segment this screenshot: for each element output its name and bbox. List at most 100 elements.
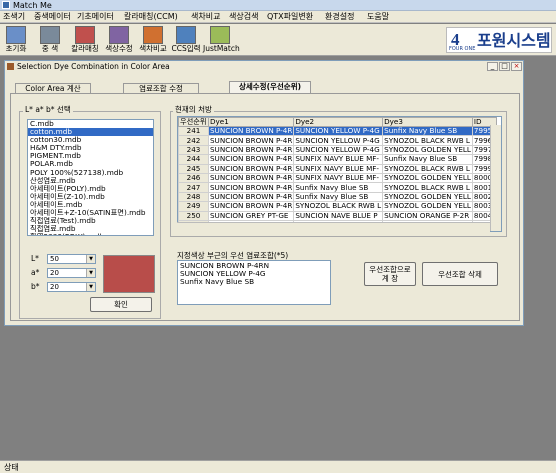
mix-button[interactable]: 중 색 bbox=[36, 25, 64, 55]
list-item[interactable]: 산성염료.mdb bbox=[28, 177, 153, 185]
prescription-table[interactable]: 우선순위 Dye1 Dye2 Dye3 ID 241 SUNCION BROWN P-4R… bbox=[177, 116, 502, 232]
chevron-down-icon[interactable]: ▼ bbox=[86, 269, 95, 277]
menu-item-base-data[interactable]: 기초메이터 bbox=[77, 11, 114, 23]
table-cell: SUNCION BROWN P-4R bbox=[207, 182, 295, 193]
table-cell: 241 bbox=[178, 125, 209, 137]
table-cell: SUNCION BROWN P-4R bbox=[207, 135, 295, 146]
list-item[interactable]: cotton.mdb bbox=[28, 128, 153, 137]
table-row[interactable]: 242 SUNCION BROWN P-4R SUNCION YELLOW P-4G… bbox=[178, 135, 497, 146]
table-row[interactable]: 250 SUNCION GREY PT-GE SUNCION NAVE BLUE P… bbox=[178, 210, 497, 221]
close-button[interactable]: × bbox=[511, 62, 522, 71]
list-item[interactable]: cotton30.mdb bbox=[28, 136, 153, 144]
title-bar: Match Me bbox=[0, 0, 556, 11]
color-match-button[interactable]: 칼라매칭 bbox=[69, 25, 101, 55]
lab-group-title: L* a* b* 선택 bbox=[23, 104, 73, 115]
l-value: 50 bbox=[50, 255, 59, 263]
a-combo[interactable]: 20 ▼ bbox=[47, 268, 96, 278]
status-text: 상태 bbox=[4, 463, 19, 472]
table-row[interactable]: 241 SUNCION BROWN P-4R SUNCION YELLOW P-4G… bbox=[178, 125, 497, 137]
table-cell: Sunfix Navy Blue SB bbox=[382, 154, 473, 165]
list-item[interactable]: 아세테이트+Z-10(SATIN표면).mdb bbox=[28, 209, 153, 217]
justmatch-button[interactable]: JustMatch bbox=[203, 25, 240, 55]
list-item[interactable]: 아세테이트(POLY).mdb bbox=[28, 185, 153, 193]
table-cell: SUNFIX NAVY BLUE MF- bbox=[293, 154, 384, 165]
color-edit-button[interactable]: 색상수정 bbox=[103, 25, 135, 55]
window-icon bbox=[7, 63, 14, 70]
delete-priority-button[interactable]: 우선조합 삭제 bbox=[422, 262, 498, 286]
prescription-title: 현재의 처방 bbox=[173, 104, 214, 115]
table-cell: SYNOZOL GOLDEN YELL bbox=[382, 191, 473, 203]
table-row[interactable]: 249 SUNCION BROWN P-4R SYNOZOL BLACK RWB L… bbox=[178, 201, 497, 212]
confirm-button[interactable]: 확인 bbox=[90, 297, 152, 312]
table-cell: SYNOZOL BLACK RWB L bbox=[382, 182, 473, 193]
menu-item-color-mixer[interactable]: 조색기 bbox=[3, 11, 25, 23]
table-cell: 243 bbox=[178, 144, 209, 156]
menu-item-color-search[interactable]: 색상검색 bbox=[229, 11, 258, 23]
database-listbox[interactable]: C.mdb cotton.mdb cotton30.mdb H&M DTY.mdb PI… bbox=[27, 119, 154, 236]
save-priority-label-2: 계 장 bbox=[381, 274, 399, 283]
color-compare-icon bbox=[143, 26, 163, 44]
column-header[interactable]: Dye1 bbox=[207, 117, 295, 127]
list-item[interactable]: 직접염료(Test).mdb bbox=[28, 217, 153, 225]
list-item[interactable]: POLY 100%(527138).mdb bbox=[28, 169, 153, 177]
table-row[interactable]: 244 SUNCION BROWN P-4R SUNFIX NAVY BLUE MF… bbox=[178, 154, 497, 165]
vertical-scrollbar[interactable] bbox=[490, 125, 501, 231]
list-item[interactable]: POLAR.mdb bbox=[28, 160, 153, 168]
a-label: a* bbox=[31, 268, 40, 277]
menu-bar: 조색기 중색메이터 기초메이터 칼라매칭(CCM) 색차비교 색상검색 QTX파… bbox=[0, 11, 556, 23]
column-header[interactable]: 우선순위 bbox=[178, 117, 209, 127]
table-cell: 248 bbox=[178, 191, 209, 203]
save-priority-label: 우선조합으로 bbox=[369, 265, 411, 274]
b-combo[interactable]: 20 ▼ bbox=[47, 282, 96, 292]
reset-icon bbox=[6, 26, 26, 44]
b-label: b* bbox=[31, 282, 40, 291]
column-header[interactable]: Dye2 bbox=[293, 117, 384, 127]
ccs-input-button[interactable]: CCS입력 bbox=[171, 25, 201, 55]
chevron-down-icon[interactable]: ▼ bbox=[86, 283, 95, 291]
menu-item-color-diff[interactable]: 색차비교 bbox=[191, 11, 220, 23]
table-cell: SYNOZOL GOLDEN YELL bbox=[382, 144, 473, 156]
list-item[interactable]: H&M DTY.mdb bbox=[28, 144, 153, 152]
a-value: 20 bbox=[50, 269, 59, 277]
column-header[interactable]: Dye3 bbox=[382, 117, 473, 127]
color-compare-button[interactable]: 색차비교 bbox=[137, 25, 169, 55]
list-item[interactable]: C.mdb bbox=[28, 120, 153, 128]
chevron-down-icon[interactable]: ▼ bbox=[86, 255, 95, 263]
list-item[interactable]: 직접염료.mdb bbox=[28, 225, 153, 233]
color-match-icon bbox=[75, 26, 95, 44]
table-header: 우선순위 Dye1 Dye2 Dye3 ID bbox=[178, 117, 497, 127]
maximize-button[interactable]: □ bbox=[499, 62, 510, 71]
menu-item-ccm[interactable]: 칼라매칭(CCM) bbox=[124, 11, 178, 23]
list-item[interactable]: 아세테이트.mdb bbox=[28, 201, 153, 209]
list-item[interactable]: 황영9330(POLY).mdb bbox=[28, 233, 153, 235]
result-textbox[interactable]: SUNCION BROWN P-4RN SUNCION YELLOW P-4G … bbox=[177, 260, 331, 305]
table-cell: SYNOZOL BLACK RWB L bbox=[293, 201, 384, 212]
reset-button[interactable]: 초기화 bbox=[2, 25, 30, 55]
color-swatch bbox=[103, 255, 155, 293]
toolbar: 초기화 중 색 칼라매칭 색상수정 색차비교 CCS입력 JustMatch 4… bbox=[0, 24, 556, 56]
horizontal-scrollbar[interactable] bbox=[177, 222, 490, 232]
table-cell: SUNCION GREY PT-GE bbox=[207, 210, 295, 221]
minimize-button[interactable]: _ bbox=[487, 62, 498, 71]
table-row[interactable]: 246 SUNCION BROWN P-4R SUNFIX NAVY BLUE MF… bbox=[178, 172, 497, 184]
menu-item-qtx-convert[interactable]: QTX파일변환 bbox=[267, 11, 313, 23]
table-cell: 245 bbox=[178, 163, 209, 174]
color-edit-icon bbox=[109, 26, 129, 44]
menu-item-help[interactable]: 도움말 bbox=[367, 11, 389, 23]
table-row[interactable]: 247 SUNCION BROWN P-4R Sunfix Navy Blue SB… bbox=[178, 182, 497, 193]
menu-item-settings[interactable]: 환경설정 bbox=[325, 11, 354, 23]
table-cell: SUNCION YELLOW P-4G bbox=[293, 125, 384, 137]
table-cell: 244 bbox=[178, 154, 209, 165]
table-cell: 247 bbox=[178, 182, 209, 193]
table-row[interactable]: 243 SUNCION BROWN P-4R SUNCION YELLOW P-4G… bbox=[178, 144, 497, 156]
table-row[interactable]: 248 SUNCION BROWN P-4R Sunfix Navy Blue SB… bbox=[178, 191, 497, 203]
table-row[interactable]: 245 SUNCION BROWN P-4R SUNFIX NAVY BLUE MF… bbox=[178, 163, 497, 174]
result-line: Sunfix Navy Blue SB bbox=[180, 277, 255, 287]
menu-item-mix-data[interactable]: 중색메이터 bbox=[34, 11, 71, 23]
list-item[interactable]: PIGMENT.mdb bbox=[28, 152, 153, 160]
table-cell: SUNCION BROWN P-4R bbox=[207, 144, 295, 156]
table-cell: SUNCION BROWN P-4R bbox=[207, 201, 295, 212]
list-item[interactable]: 아세테이트(Z-10).mdb bbox=[28, 193, 153, 201]
save-priority-button[interactable]: 우선조합으로 계 장 bbox=[364, 262, 416, 286]
l-combo[interactable]: 50 ▼ bbox=[47, 254, 96, 264]
